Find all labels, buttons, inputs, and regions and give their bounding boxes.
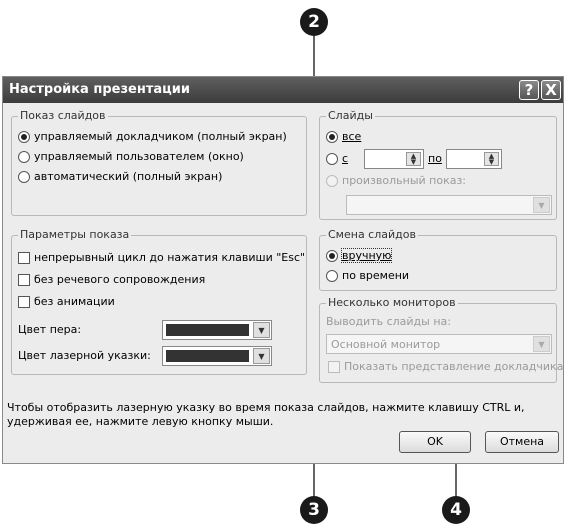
timings-label[interactable]: по времени (342, 269, 409, 282)
all-slides-radio[interactable] (326, 131, 338, 143)
from-label[interactable]: с (342, 152, 348, 165)
chevron-down-icon: ▼ (533, 197, 550, 213)
chevron-down-icon: ▼ (253, 348, 270, 364)
show-options-title: Параметры показа (18, 228, 132, 241)
slide-show-settings-dialog: Настройка презентации ? X Показ слайдов … (2, 76, 564, 464)
presenter-radio[interactable] (18, 131, 30, 143)
monitors-group: Несколько мониторов Выводить слайды на: … (319, 296, 563, 383)
no-animation-label[interactable]: без анимации (34, 295, 115, 308)
display-on-label: Выводить слайды на: (326, 315, 451, 328)
monitors-title: Несколько мониторов (326, 296, 458, 309)
show-options-group: Параметры показа непрерывный цикл до наж… (11, 228, 307, 375)
advance-slides-group: Смена слайдов вручную по времени (319, 228, 557, 291)
show-type-title: Показ слайдов (18, 109, 108, 122)
presenter-view-label: Показать представление докладчика (344, 360, 564, 373)
kiosk-radio[interactable] (18, 171, 30, 183)
pen-color-swatch (166, 324, 249, 336)
timings-radio[interactable] (326, 270, 338, 282)
presenter-view-checkbox[interactable] (328, 361, 340, 373)
no-narration-label[interactable]: без речевого сопровождения (34, 273, 205, 286)
individual-label[interactable]: управляемый пользователем (окно) (34, 150, 244, 163)
show-type-group: Показ слайдов управляемый докладчиком (п… (11, 109, 307, 216)
to-label: по (428, 152, 442, 165)
manual-label[interactable]: вручную (340, 248, 393, 263)
loop-checkbox[interactable] (18, 252, 30, 264)
callout-2: 2 (300, 8, 328, 36)
chevron-down-icon: ▼ (533, 336, 550, 352)
laser-hint-line1: Чтобы отобразить лазерную указку во врем… (7, 401, 525, 414)
monitor-select[interactable]: Основной монитор ▼ (326, 334, 552, 354)
dialog-title: Настройка презентации (9, 82, 190, 97)
title-bar[interactable]: Настройка презентации ? X (3, 77, 563, 103)
advance-title: Смена слайдов (326, 228, 418, 241)
callout-3: 3 (300, 496, 328, 524)
laser-color-swatch (166, 350, 249, 362)
custom-show-select[interactable]: ▼ (346, 195, 552, 215)
chevron-down-icon: ▼ (253, 322, 270, 338)
callout-4: 4 (442, 496, 470, 524)
custom-show-radio[interactable] (326, 175, 338, 187)
presenter-label[interactable]: управляемый докладчиком (полный экран) (34, 130, 287, 143)
from-slides-radio[interactable] (326, 153, 338, 165)
ok-button[interactable]: OK (399, 431, 471, 453)
from-input[interactable]: ▲ ▼ (364, 149, 424, 169)
pen-color-picker[interactable]: ▼ (162, 320, 272, 340)
no-animation-checkbox[interactable] (18, 296, 30, 308)
loop-label[interactable]: непрерывный цикл до нажатия клавиши "Esc… (34, 251, 305, 264)
manual-radio[interactable] (326, 250, 338, 262)
laser-color-picker[interactable]: ▼ (162, 346, 272, 366)
laser-color-label: Цвет лазерной указки: (18, 349, 151, 362)
to-spinner-icon[interactable]: ▲ ▼ (484, 152, 499, 166)
kiosk-label[interactable]: автоматический (полный экран) (34, 170, 222, 183)
slides-group: Слайды все с ▲ ▼ по ▲ ▼ произвольный показ… (319, 109, 557, 220)
custom-show-label: произвольный показ: (342, 174, 467, 187)
laser-hint-line2: удерживая ее, нажмите левую кнопку мыши. (7, 415, 274, 428)
cancel-button[interactable]: Отмена (485, 431, 559, 453)
no-narration-checkbox[interactable] (18, 274, 30, 286)
help-button[interactable]: ? (519, 80, 539, 100)
from-spinner-icon[interactable]: ▲ ▼ (406, 152, 421, 166)
individual-radio[interactable] (18, 151, 30, 163)
close-button[interactable]: X (541, 80, 561, 100)
pen-color-label: Цвет пера: (18, 323, 82, 336)
slides-title: Слайды (326, 109, 375, 122)
to-input[interactable]: ▲ ▼ (446, 149, 502, 169)
all-slides-label[interactable]: все (342, 130, 361, 143)
